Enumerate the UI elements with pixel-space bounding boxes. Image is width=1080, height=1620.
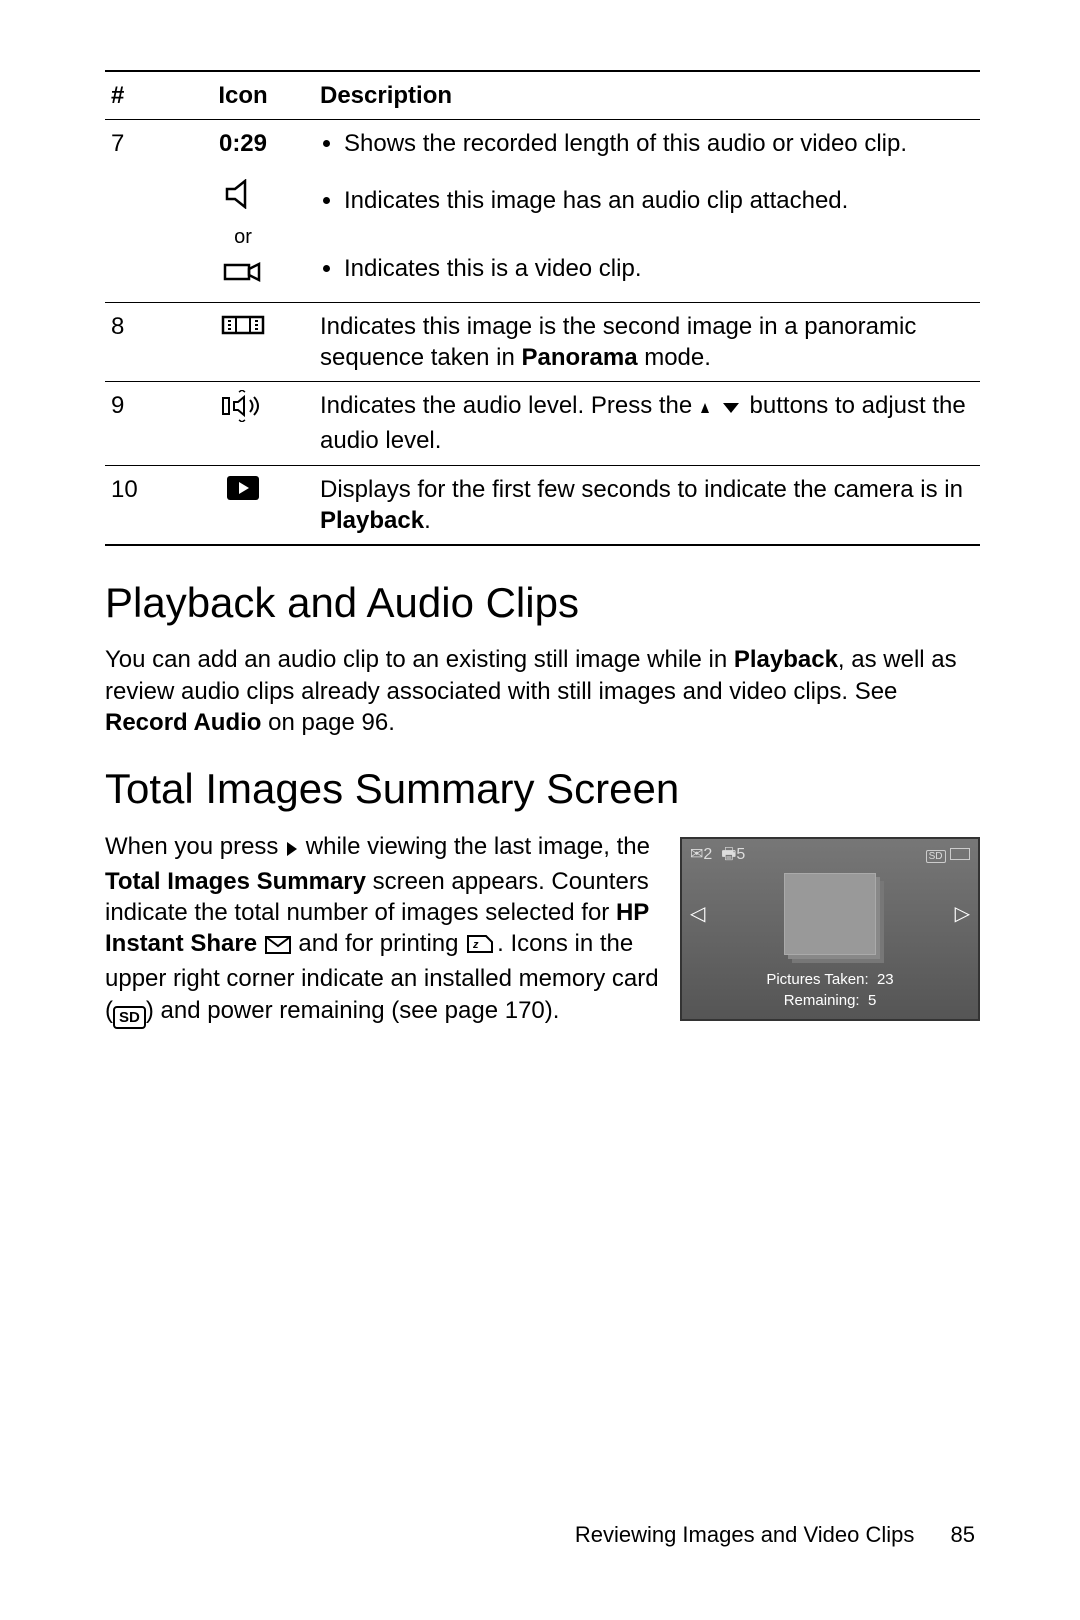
battery-icon [950, 848, 970, 860]
print-tag-icon: z [465, 932, 497, 963]
sd-card-icon: SD [113, 1006, 146, 1030]
summary-screen-illustration: ✉2 🖶5 SD ◁ ▷ Pictures Taken: 23 Remainin… [680, 837, 980, 1022]
header-icon: Icon [172, 71, 314, 120]
section-heading: Playback and Audio Clips [105, 576, 980, 631]
table-row: 8 Indicates this image is the second ima… [105, 302, 980, 381]
or-label: or [234, 224, 252, 250]
up-down-arrows-icon [699, 394, 743, 425]
right-arrow-icon: ▷ [955, 901, 970, 927]
row-num: 9 [105, 382, 172, 465]
bullet-item: Indicates this is a video clip. [344, 253, 974, 284]
row-num: 10 [105, 465, 172, 545]
header-desc: Description [314, 71, 980, 120]
section-paragraph: You can add an audio clip to an existing… [105, 644, 980, 738]
bullet-item: Shows the recorded length of this audio … [344, 128, 974, 159]
chapter-title: Reviewing Images and Video Clips [575, 1522, 915, 1547]
header-num: # [105, 71, 172, 120]
section-heading: Total Images Summary Screen [105, 762, 980, 817]
speaker-icon [225, 179, 261, 217]
bullet-item: Indicates this image has an audio clip a… [344, 185, 974, 216]
icon-description-table: # Icon Description 7 0:29 or [105, 70, 980, 546]
image-stack-icon [784, 873, 876, 955]
table-row: 9 Indicates the audio level. Press the b… [105, 382, 980, 465]
table-row: 7 0:29 or Shows the recorded length of t… [105, 120, 980, 303]
page-footer: Reviewing Images and Video Clips 85 [575, 1521, 975, 1550]
audio-level-icon [220, 401, 266, 428]
time-length-icon: 0:29 [219, 128, 267, 159]
mail-icon: ✉ [690, 846, 703, 863]
envelope-icon [264, 932, 292, 963]
panorama-icon [220, 318, 266, 345]
table-row: 10 Displays for the first few seconds to… [105, 465, 980, 545]
video-camera-icon [223, 260, 263, 292]
print-tag-icon: 🖶 [721, 846, 736, 863]
row-num: 7 [105, 120, 172, 303]
row-num: 8 [105, 302, 172, 381]
right-triangle-icon [285, 835, 299, 866]
page-number: 85 [951, 1522, 975, 1547]
playback-icon [225, 481, 261, 508]
svg-text:z: z [472, 939, 479, 951]
sd-card-icon: SD [926, 850, 946, 863]
left-arrow-icon: ◁ [690, 901, 705, 927]
